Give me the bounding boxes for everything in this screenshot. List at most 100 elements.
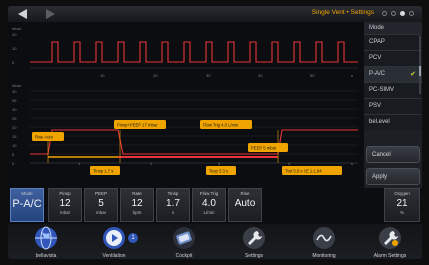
page-dot[interactable] (409, 11, 414, 16)
param-unit: bpm (132, 210, 142, 215)
ttot-callout[interactable]: Ttot 5.0 s I:E 1:1.94 (282, 166, 342, 175)
dock-alarm-settings[interactable]: Alarm Settings (360, 224, 420, 259)
alarm-wrench-icon (379, 227, 401, 249)
scrollbar-thumb[interactable] (419, 66, 421, 76)
top-x-tick: 50 (310, 73, 315, 78)
timing-callouts: Tinsp 1.7 s Texp 3.3 s Ttot 5.0 s I:E 1:… (90, 166, 342, 175)
top-x-tick: s (351, 73, 353, 78)
param-oxygen[interactable]: Oxygen 21 % (384, 188, 420, 222)
param-value: Auto (234, 198, 256, 209)
top-y-tick: 10 (12, 46, 17, 51)
param-label: Pinsp (59, 191, 71, 196)
param-unit: L/min (203, 210, 215, 215)
page-dot-active[interactable] (400, 11, 405, 16)
param-value: P-A/C (12, 198, 42, 210)
parameter-bar: Mode P-A/C Pinsp 12 mbar PEEP 5 mbar Rat… (8, 188, 422, 222)
mode-item-cpap[interactable]: CPAP (364, 34, 422, 50)
bottom-y-tick: 30 (12, 107, 17, 112)
param-value: 5 (98, 198, 104, 209)
rise-callout[interactable]: Rise Auto (32, 132, 64, 141)
dock-label: Alarm Settings (373, 253, 407, 259)
dock-monitoring[interactable]: Monitoring (294, 224, 354, 259)
mode-item-psv[interactable]: PSV (364, 98, 422, 114)
mode-item-label: PC-SIMV (369, 87, 395, 93)
menu-scrollbar[interactable] (419, 36, 421, 94)
mode-menu-header: Mode (364, 22, 422, 34)
dock-bellavista[interactable]: bellavista (16, 224, 76, 259)
dock-cockpit[interactable]: Cockpit (154, 224, 214, 259)
dock-label: Ventilation (102, 253, 126, 259)
param-mode[interactable]: Mode P-A/C (10, 188, 44, 222)
mode-item-label: PSV (369, 103, 382, 109)
param-flow-trig[interactable]: Flow Trig 4.0 L/min (192, 188, 226, 222)
top-y-tick: 20 (12, 32, 17, 37)
device-frame: Single Vent • Settings mbar 20 10 0 10 2… (0, 0, 429, 265)
cancel-button[interactable]: Cancel (366, 146, 420, 163)
bottom-y-tick: 25 (12, 116, 17, 121)
pinsp-callout-label: Pinsp+PEEP 17 mbar (117, 123, 158, 128)
param-value: 12 (59, 198, 71, 209)
dock-settings[interactable]: Settings (224, 224, 284, 259)
bottom-unit: mbar (12, 83, 22, 88)
mode-item-pac[interactable]: P-A/C ✔ (364, 66, 422, 82)
mode-item-label: PCV (369, 55, 382, 61)
texp-callout[interactable]: Texp 3.3 s (206, 166, 236, 175)
breath-preview-curve (30, 129, 358, 155)
flow-trig-callout-label: Flow Trig 4.0 L/min (203, 123, 239, 128)
param-pinsp[interactable]: Pinsp 12 mbar (48, 188, 82, 222)
param-label: Rate (132, 191, 142, 196)
mode-item-bilevel[interactable]: bel.evel (364, 114, 422, 130)
chevron-right-icon[interactable] (46, 9, 55, 19)
pressure-trend-curve (30, 41, 358, 63)
param-value: 21 (396, 198, 408, 209)
param-label: Flow Trig (199, 191, 219, 196)
param-label: PEEP (94, 191, 107, 196)
mode-item-pc-simv[interactable]: PC-SIMV (364, 82, 422, 98)
chart-icon (313, 227, 335, 249)
lungs-icon (173, 227, 195, 249)
dock-label: Monitoring (312, 253, 336, 259)
apply-button[interactable]: Apply (366, 168, 420, 185)
top-x-tick: 20 (153, 73, 158, 78)
globe-icon (35, 226, 57, 250)
param-unit: s (171, 210, 175, 215)
param-value: 12 (131, 198, 143, 209)
flow-trig-callout[interactable]: Flow Trig 4.0 L/min (200, 120, 252, 129)
param-tinsp[interactable]: Tinsp 1.7 s (156, 188, 190, 222)
bottom-y-tick: 5 (12, 152, 15, 157)
top-unit: mbar (12, 26, 22, 31)
bottom-y-tick: 10 (12, 143, 17, 148)
pinsp-callout[interactable]: Pinsp+PEEP 17 mbar (114, 120, 166, 129)
param-label: Rise (240, 191, 250, 196)
param-value: 4.0 (202, 198, 216, 209)
mode-item-label: CPAP (369, 39, 385, 45)
page-dot[interactable] (391, 11, 396, 16)
chevron-left-icon[interactable] (18, 9, 27, 19)
peep-callout[interactable]: PEEP 5 mbar (248, 143, 288, 152)
page-title: Single Vent • Settings (311, 9, 374, 16)
bottom-dock: bellavista 1 Ventilation Cockpit Setting… (8, 224, 422, 259)
top-x-tick: 10 (100, 73, 105, 78)
dock-label: Settings (244, 253, 264, 259)
mode-menu: Mode CPAP PCV P-A/C ✔ PC-SIMV PSV bel.eve… (364, 22, 422, 188)
mode-item-pcv[interactable]: PCV (364, 50, 422, 66)
page-dot[interactable] (382, 11, 387, 16)
rise-callout-label: Rise Auto (35, 135, 54, 140)
param-value: 1.7 (166, 198, 180, 209)
tinsp-callout[interactable]: Tinsp 1.7 s (90, 166, 120, 175)
param-rate[interactable]: Rate 12 bpm (120, 188, 154, 222)
bottom-y-tick: 20 (12, 125, 17, 130)
dock-ventilation[interactable]: 1 Ventilation (84, 224, 144, 259)
play-icon (103, 227, 125, 249)
param-peep[interactable]: PEEP 5 mbar (84, 188, 118, 222)
mode-item-label: P-A/C (369, 71, 386, 77)
page-indicator (382, 11, 414, 16)
ttot-callout-label: Ttot 5.0 s I:E 1:1.94 (285, 169, 322, 174)
peep-callout-label: PEEP 5 mbar (251, 146, 277, 151)
param-unit: mbar (95, 210, 107, 215)
bottom-y-tick: 35 (12, 98, 17, 103)
param-rise[interactable]: Rise Auto (228, 188, 262, 222)
waveform-panel: mbar 20 10 0 10 20 30 40 50 s mbar 40 35… (12, 26, 358, 166)
top-bar: Single Vent • Settings (8, 6, 422, 22)
param-label: Tinsp (167, 191, 179, 196)
